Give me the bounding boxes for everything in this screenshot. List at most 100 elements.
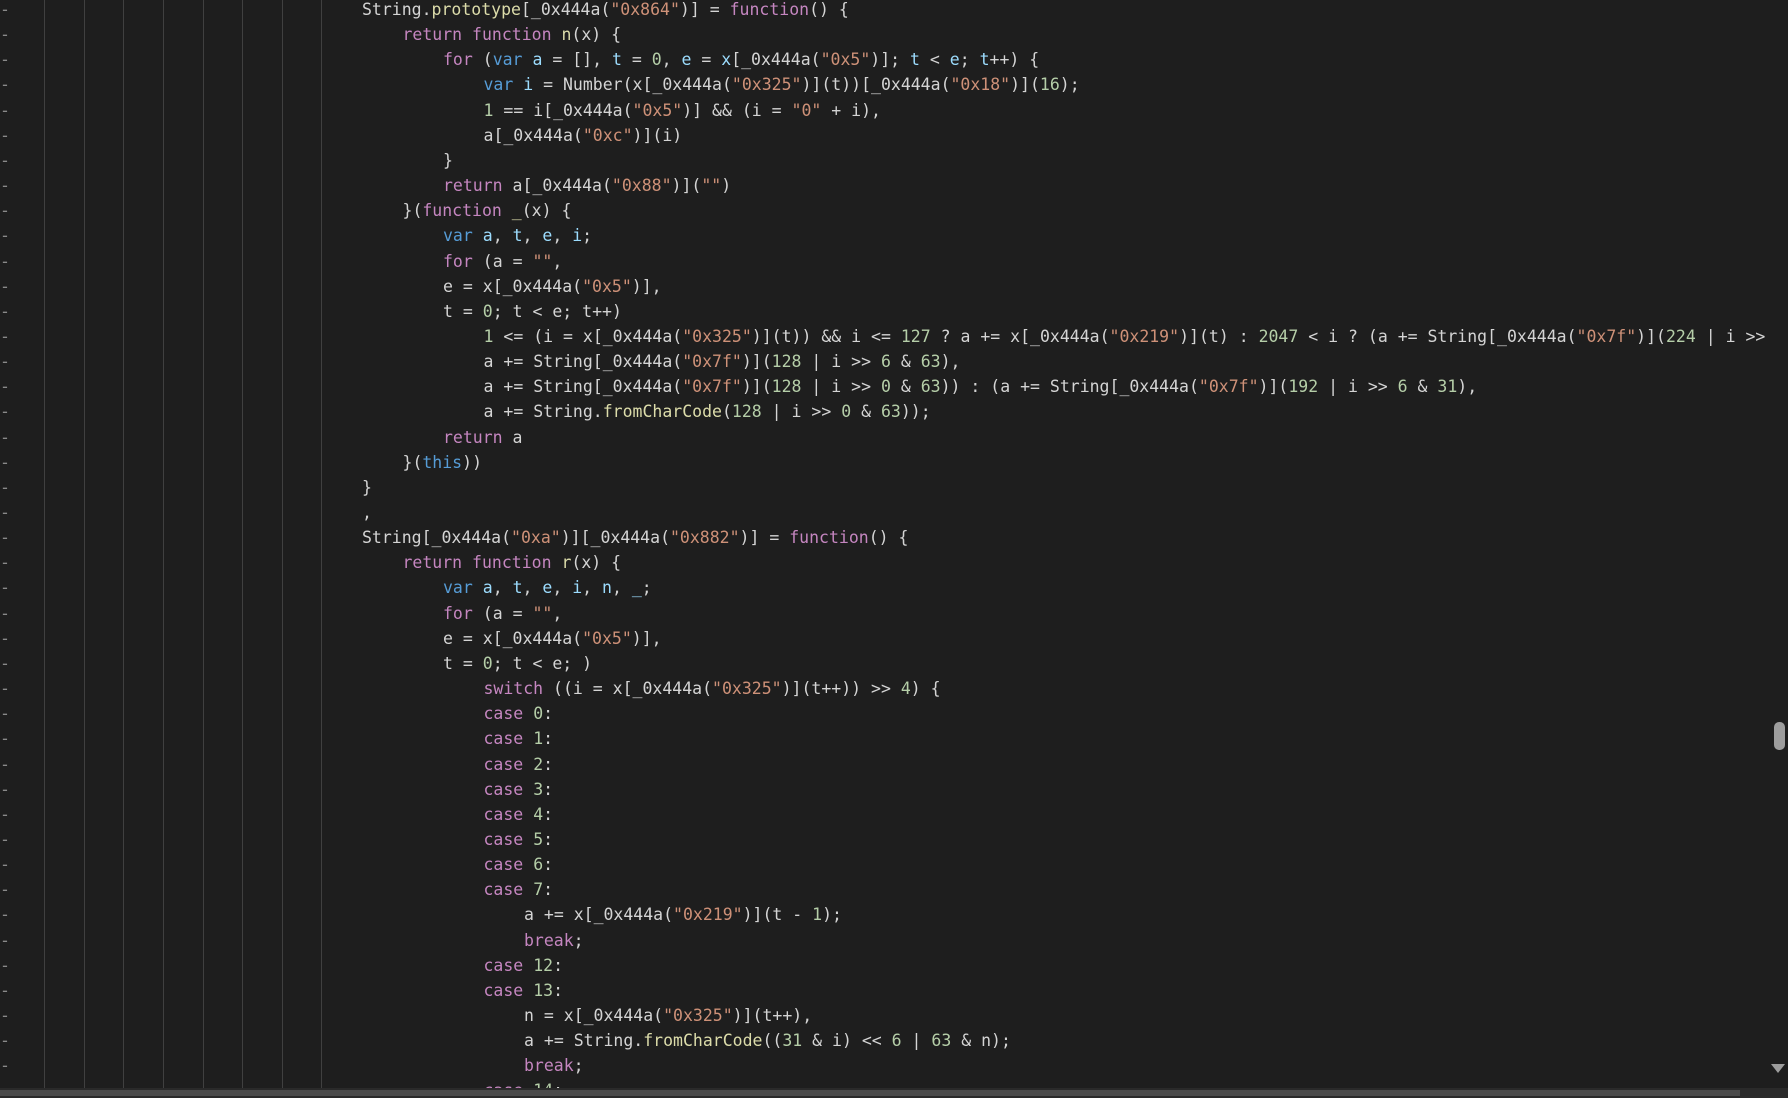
code-text: return a[_0x444a("0x88")](""): [443, 176, 732, 196]
gutter-marker: -: [0, 100, 10, 120]
code-text: }: [362, 477, 372, 497]
gutter-marker: -: [0, 679, 10, 699]
code-text: t = 0; t < e; ): [443, 653, 593, 673]
code-line[interactable]: - String[_0x444a("0xa")][_0x444a("0x882")…: [0, 525, 908, 550]
gutter-marker: -: [0, 301, 10, 321]
code-line[interactable]: -}: [0, 148, 453, 173]
scrollbar-thumb[interactable]: [1774, 722, 1785, 750]
code-text: a[_0x444a("0xc")](i): [483, 125, 683, 145]
code-line[interactable]: - break;: [0, 1053, 584, 1078]
code-text: case 12:: [483, 955, 564, 975]
horizontal-scrollbar[interactable]: [0, 1088, 1788, 1098]
code-text: case 7:: [483, 880, 554, 900]
code-line[interactable]: -}(function _(x) {: [0, 198, 571, 223]
code-editor[interactable]: - String.prototype[_0x444a("0x864")] = fu…: [0, 0, 1770, 1088]
gutter-marker: -: [0, 829, 10, 849]
gutter-marker: -: [0, 653, 10, 673]
code-line[interactable]: - a += String.fromCharCode((31 & i) << 6 …: [0, 1028, 1011, 1053]
gutter-marker: -: [0, 125, 10, 145]
gutter-marker: -: [0, 980, 10, 1000]
code-text: return a: [443, 427, 523, 447]
code-line[interactable]: - 1 == i[_0x444a("0x5")] && (i = "0" + i)…: [0, 98, 881, 123]
code-line[interactable]: - e = x[_0x444a("0x5")],: [0, 274, 662, 299]
code-line[interactable]: - return function r(x) {: [0, 550, 621, 575]
code-line[interactable]: - case 1:: [0, 726, 553, 751]
code-line[interactable]: -}(this)): [0, 450, 482, 475]
code-line[interactable]: - case 4:: [0, 802, 553, 827]
gutter-marker: -: [0, 503, 10, 522]
code-line[interactable]: - return a: [0, 425, 522, 450]
indent-guide: [242, 0, 243, 1088]
code-text: }: [443, 150, 453, 170]
code-line[interactable]: - case 14:: [0, 1078, 563, 1088]
code-line[interactable]: - a += String.fromCharCode(128 | i >> 0 &…: [0, 399, 931, 424]
indent-guide: [123, 0, 124, 1088]
indent-guide: [84, 0, 85, 1088]
code-text: }(function _(x) {: [402, 201, 572, 221]
code-line[interactable]: - case 3:: [0, 777, 553, 802]
gutter-marker: -: [0, 905, 10, 925]
code-line[interactable]: - for (a = "",: [0, 249, 562, 274]
vertical-scrollbar[interactable]: [1770, 0, 1788, 1088]
code-line[interactable]: - case 7:: [0, 877, 553, 902]
code-line[interactable]: - t = 0; t < e; ): [0, 651, 592, 676]
code-line[interactable]: - break;: [0, 928, 584, 953]
gutter-marker: -: [0, 75, 10, 95]
gutter-marker: -: [0, 754, 10, 774]
code-text: e = x[_0x444a("0x5")],: [443, 276, 662, 296]
gutter-marker: -: [0, 729, 10, 749]
gutter-marker: -: [0, 226, 10, 246]
code-line[interactable]: - case 6:: [0, 852, 553, 877]
code-text: String[_0x444a("0xa")][_0x444a("0x882")]…: [362, 528, 909, 548]
code-text: var a, t, e, i, n, _;: [443, 578, 652, 598]
code-line[interactable]: - case 5:: [0, 827, 553, 852]
code-text: e = x[_0x444a("0x5")],: [443, 628, 662, 648]
code-line[interactable]: - case 2:: [0, 752, 553, 777]
gutter-marker: -: [0, 880, 10, 900]
code-line[interactable]: - for (a = "",: [0, 601, 562, 626]
code-text: case 2:: [483, 754, 554, 774]
indent-guide: [163, 0, 164, 1088]
code-text: switch ((i = x[_0x444a("0x325")](t++)) >…: [483, 679, 941, 699]
code-line[interactable]: - a += String[_0x444a("0x7f")](128 | i >>…: [0, 349, 960, 374]
code-line[interactable]: - a += x[_0x444a("0x219")](t - 1);: [0, 902, 842, 927]
code-line[interactable]: - case 12:: [0, 953, 563, 978]
indent-guide: [203, 0, 204, 1088]
code-line[interactable]: - t = 0; t < e; t++): [0, 299, 622, 324]
code-line[interactable]: - a[_0x444a("0xc")](i): [0, 123, 682, 148]
code-line[interactable]: -,: [0, 500, 372, 525]
gutter-marker: -: [0, 578, 10, 598]
code-text: a += x[_0x444a("0x219")](t - 1);: [524, 905, 842, 925]
gutter-marker: -: [0, 276, 10, 296]
code-line[interactable]: - var i = Number(x[_0x444a("0x325")](t))[…: [0, 72, 1080, 97]
code-line[interactable]: - switch ((i = x[_0x444a("0x325")](t++)) …: [0, 676, 941, 701]
code-line[interactable]: - case 0:: [0, 701, 553, 726]
code-line[interactable]: - return a[_0x444a("0x88")](""): [0, 173, 731, 198]
code-text: case 3:: [483, 779, 554, 799]
code-line[interactable]: - n = x[_0x444a("0x325")](t++),: [0, 1003, 812, 1028]
code-line[interactable]: - String.prototype[_0x444a("0x864")] = fu…: [0, 0, 849, 22]
code-text: a += String[_0x444a("0x7f")](128 | i >> …: [483, 352, 961, 372]
gutter-marker: -: [0, 528, 10, 548]
code-line[interactable]: - case 13:: [0, 978, 563, 1003]
code-line[interactable]: - e = x[_0x444a("0x5")],: [0, 626, 662, 651]
code-line[interactable]: - return function n(x) {: [0, 22, 621, 47]
code-line[interactable]: - var a, t, e, i;: [0, 223, 592, 248]
code-line[interactable]: - var a, t, e, i, n, _;: [0, 575, 652, 600]
horizontal-scrollbar-thumb[interactable]: [0, 1090, 1740, 1096]
code-text: case 14:: [484, 1078, 564, 1088]
code-text: case 1:: [483, 729, 554, 749]
code-text: a += String.fromCharCode(128 | i >> 0 & …: [483, 402, 931, 422]
code-text: a += String.fromCharCode((31 & i) << 6 |…: [524, 1031, 1011, 1051]
code-line[interactable]: - for (var a = [], t = 0, e = x[_0x444a("…: [0, 47, 1039, 72]
code-text: for (var a = [], t = 0, e = x[_0x444a("0…: [443, 50, 1040, 70]
indent-guide: [321, 0, 322, 1088]
code-text: break;: [524, 930, 584, 950]
code-line[interactable]: - a += String[_0x444a("0x7f")](128 | i >>…: [0, 374, 1477, 399]
gutter-marker: -: [0, 1056, 10, 1076]
code-text: for (a = "",: [443, 251, 563, 271]
code-line[interactable]: - 1 <= (i = x[_0x444a("0x325")](t)) && i …: [0, 324, 1765, 349]
code-text: case 0:: [483, 704, 554, 724]
scroll-down-arrow-icon[interactable]: [1771, 1064, 1785, 1073]
code-line[interactable]: -}: [0, 475, 372, 500]
